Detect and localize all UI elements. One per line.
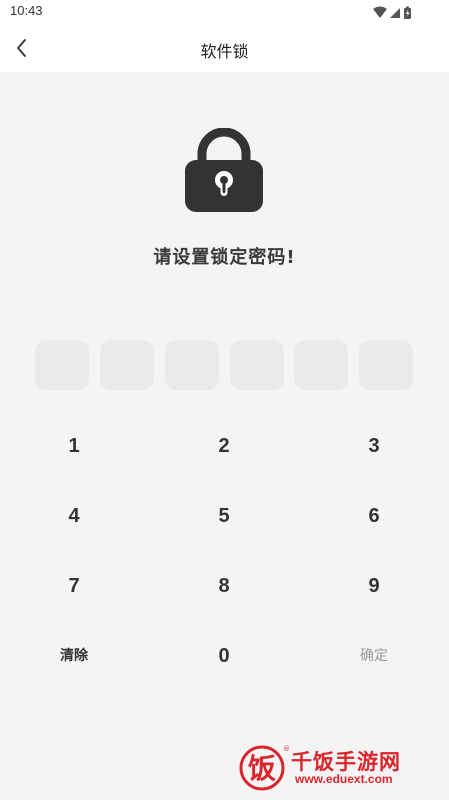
- password-prompt: 请设置锁定密码!: [153, 247, 296, 268]
- key-8[interactable]: 8: [174, 564, 274, 608]
- fan-seal-icon: 饭 ®: [239, 745, 289, 791]
- key-6[interactable]: 6: [324, 494, 424, 538]
- status-bar: 10:43: [0, 0, 449, 24]
- pin-box: [230, 340, 284, 390]
- key-0[interactable]: 0: [174, 634, 274, 678]
- key-3[interactable]: 3: [324, 424, 424, 468]
- confirm-button[interactable]: 确定: [324, 634, 424, 678]
- signal-icon: [390, 8, 400, 18]
- svg-text:®: ®: [283, 745, 289, 753]
- status-icons: [373, 5, 419, 19]
- padlock-icon: [185, 128, 263, 212]
- page-title: 软件锁: [200, 42, 249, 61]
- key-2[interactable]: 2: [174, 424, 274, 468]
- key-7[interactable]: 7: [24, 564, 124, 608]
- pin-box: [294, 340, 348, 390]
- clear-button[interactable]: 清除: [24, 634, 124, 678]
- key-1[interactable]: 1: [24, 424, 124, 468]
- key-5[interactable]: 5: [174, 494, 274, 538]
- pin-box: [35, 340, 89, 390]
- key-4[interactable]: 4: [24, 494, 124, 538]
- battery-icon: [404, 6, 411, 19]
- status-time: 10:43: [10, 3, 43, 18]
- app-header: 软件锁: [0, 24, 449, 72]
- pin-box: [165, 340, 219, 390]
- pin-box: [100, 340, 154, 390]
- wifi-icon: [373, 6, 387, 18]
- watermark-url: www.eduext.com: [295, 772, 393, 786]
- watermark-logo: 饭 ® 千饭手游网 www.eduext.com: [239, 742, 439, 794]
- pin-box: [359, 340, 413, 390]
- svg-text:饭: 饭: [248, 752, 276, 785]
- key-9[interactable]: 9: [324, 564, 424, 608]
